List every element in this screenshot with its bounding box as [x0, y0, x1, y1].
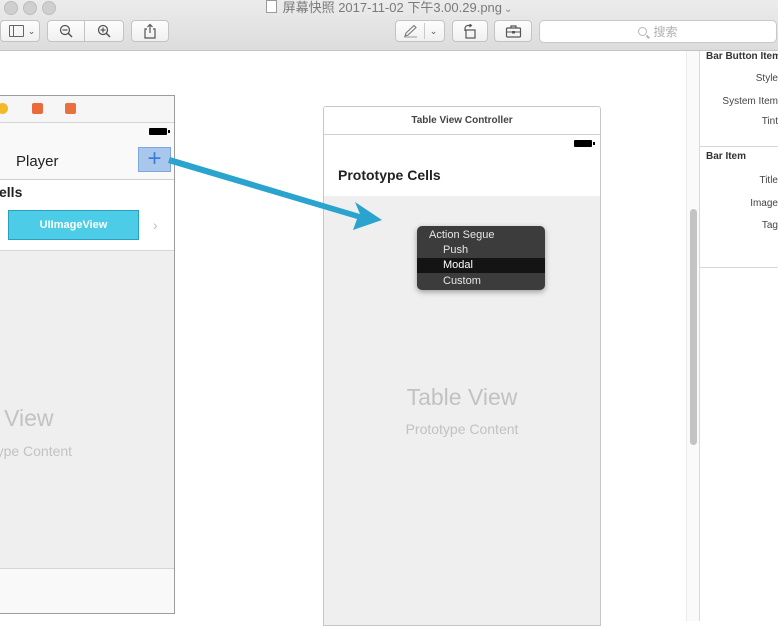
battery-icon: [149, 128, 170, 135]
scene-title[interactable]: Table View Controller: [324, 107, 600, 135]
battery-icon: [574, 140, 595, 147]
bar-item-section: Bar Item: [706, 151, 747, 162]
section-divider: [700, 267, 778, 268]
table-view-placeholder-title: ble View: [0, 405, 54, 431]
title-label: Title: [759, 175, 778, 186]
table-view-controller-scene[interactable]: Table View Controller Prototype Cells Ta…: [323, 106, 601, 626]
action-segue-menu[interactable]: Action Segue Push Modal Custom: [417, 226, 545, 290]
first-responder-icon[interactable]: [32, 103, 43, 114]
prototype-cells-header: Prototype Cells: [324, 135, 600, 196]
table-view-placeholder-subtitle: totype Content: [0, 443, 73, 459]
sidebar-icon: [8, 25, 24, 37]
tag-label: Tag: [761, 220, 778, 231]
rotate-icon: [464, 23, 476, 39]
rotate-button[interactable]: [452, 20, 488, 42]
menu-header: Action Segue: [429, 229, 495, 241]
share-button[interactable]: [131, 20, 169, 42]
scroll-thumb[interactable]: [690, 209, 697, 445]
section-divider: [700, 146, 778, 147]
zoom-out-button[interactable]: [47, 20, 85, 42]
markup-toolbar-button[interactable]: ⌄: [395, 20, 445, 42]
search-icon: [638, 27, 648, 36]
search-input[interactable]: 搜索: [539, 20, 777, 43]
toolbar-area: [0, 568, 174, 613]
style-label: Style: [755, 73, 778, 84]
document-icon: [265, 0, 277, 13]
chevron-right-icon: ›: [153, 217, 158, 233]
window-title[interactable]: 屏幕快照 2017-11-02 下午3.00.29.png ⌄: [0, 0, 778, 16]
system-item-label: System Item: [722, 96, 778, 107]
scene-dock: [0, 96, 174, 123]
bar-button-item-section: Bar Button Item: [706, 51, 778, 62]
prototype-cells-label: ells: [0, 184, 23, 200]
attributes-inspector: Bar Button Item Style System Item Tint B…: [700, 51, 778, 621]
table-view-placeholder-title: Table View: [406, 384, 518, 410]
view-controller-icon[interactable]: [0, 103, 8, 114]
canvas-scrollbar[interactable]: [686, 51, 700, 621]
window-toolbar: 屏幕快照 2017-11-02 下午3.00.29.png ⌄ ⌄ ⌄ 搜索: [0, 0, 778, 51]
zoom-in-button[interactable]: [84, 20, 124, 42]
image-label: Image: [750, 198, 778, 209]
player-scene[interactable]: Player + ells UIImageView › ble View tot…: [0, 95, 175, 614]
table-view-placeholder-subtitle: Prototype Content: [405, 421, 519, 437]
sidebar-toggle-button[interactable]: ⌄: [0, 20, 40, 42]
menu-item-push[interactable]: Push: [417, 243, 545, 258]
zoom-in-icon: [97, 24, 111, 38]
pen-icon: [403, 24, 417, 38]
toolbox-icon: [505, 25, 521, 38]
chevron-down-icon: ⌄: [429, 25, 438, 36]
prototype-cells-label: Prototype Cells: [338, 167, 441, 183]
share-icon: [144, 23, 156, 39]
add-bar-button-item[interactable]: +: [138, 147, 171, 172]
zoom-out-icon: [59, 24, 73, 38]
toolbox-button[interactable]: [494, 20, 532, 42]
exit-icon[interactable]: [65, 103, 76, 114]
chevron-down-icon: ⌄: [27, 25, 36, 36]
menu-item-modal[interactable]: Modal: [417, 258, 545, 273]
uiimageview[interactable]: UIImageView: [8, 210, 139, 240]
chevron-down-icon: ⌄: [504, 4, 513, 15]
tint-label: Tint: [761, 116, 778, 127]
menu-item-custom[interactable]: Custom: [417, 274, 545, 289]
nav-title: Player: [16, 153, 59, 170]
